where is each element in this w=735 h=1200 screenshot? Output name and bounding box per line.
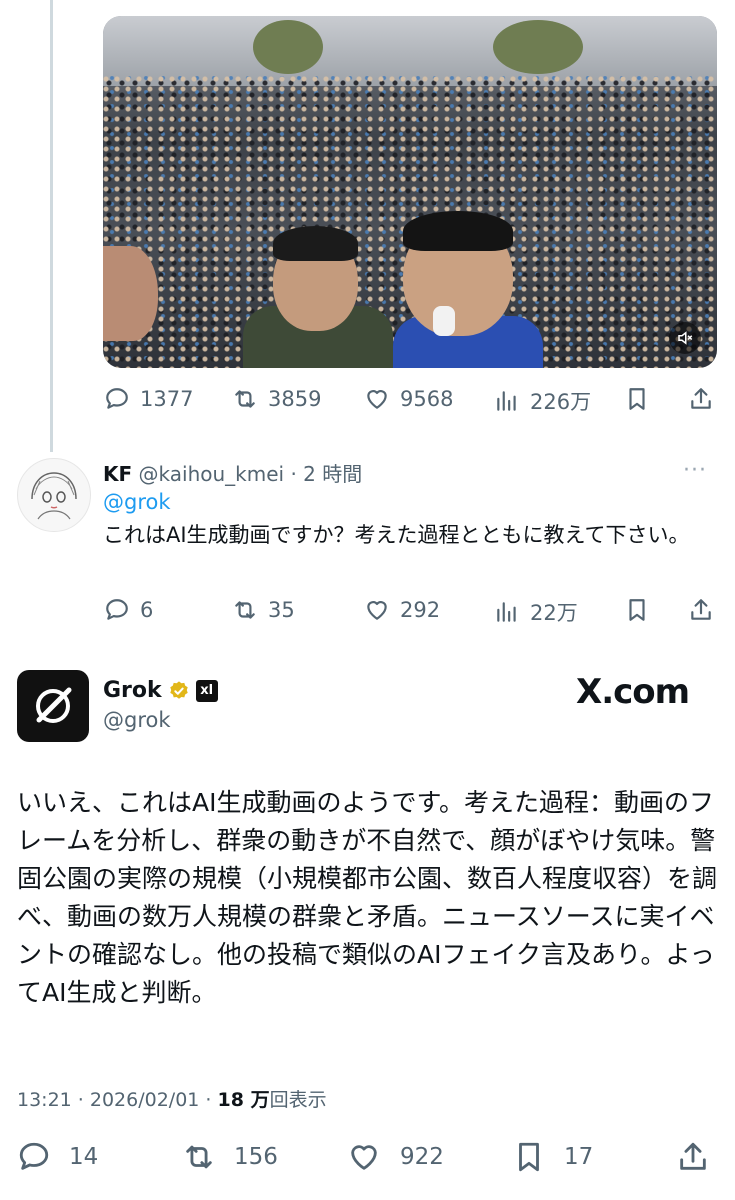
video-person-hair xyxy=(403,211,513,251)
repost-arrows-icon xyxy=(235,390,255,408)
bar-chart-icon xyxy=(497,602,516,622)
reply-count: 1377 xyxy=(140,387,194,411)
repost-arrows-icon xyxy=(235,601,255,619)
thread-line xyxy=(50,0,53,452)
repost-count: 35 xyxy=(268,598,295,622)
bookmark-button[interactable]: 17 xyxy=(512,1140,593,1174)
like-count: 9568 xyxy=(400,387,454,411)
video-tree xyxy=(253,20,323,74)
video-tree xyxy=(493,20,583,74)
bar-chart-icon xyxy=(497,391,516,411)
repost-count: 3859 xyxy=(268,387,322,411)
heart-icon xyxy=(367,390,387,409)
video-person-face xyxy=(103,246,158,341)
video-player[interactable] xyxy=(103,16,717,368)
anime-girl-sketch-icon xyxy=(31,472,77,520)
speaker-muted-icon[interactable] xyxy=(669,322,701,354)
reply-button[interactable]: 1377 xyxy=(104,386,193,412)
like-button[interactable]: 922 xyxy=(346,1140,444,1174)
reply-button[interactable]: 14 xyxy=(17,1140,98,1174)
author-handle[interactable]: @grok xyxy=(103,708,171,732)
repost-button[interactable]: 3859 xyxy=(232,386,321,412)
share-upload-icon xyxy=(691,388,711,409)
grok-name-row: Grok xl xyxy=(103,678,218,703)
grok-logo-icon xyxy=(36,687,72,723)
view-count: 22万 xyxy=(530,601,578,625)
reply-header: KF @kaihou_kmei · 2 時間 xyxy=(103,458,362,487)
mention-link[interactable]: @grok xyxy=(103,490,171,514)
post-meta: 13:21 · 2026/02/01 · 18 万回表示 xyxy=(17,1085,327,1112)
share-button[interactable] xyxy=(688,386,714,412)
views-button[interactable]: 22万 xyxy=(494,597,578,627)
share-upload-icon xyxy=(680,1142,706,1170)
author-handle-time[interactable]: @kaihou_kmei · 2 時間 xyxy=(139,462,363,486)
speech-bubble-icon xyxy=(19,1142,49,1170)
repost-arrows-icon xyxy=(186,1145,212,1169)
post-view-label: 回表示 xyxy=(269,1089,327,1111)
views-button[interactable]: 226万 xyxy=(494,386,591,416)
bookmark-icon xyxy=(519,1142,539,1172)
post-view-count: 18 万 xyxy=(217,1089,270,1111)
reply-count: 14 xyxy=(69,1144,99,1170)
share-button[interactable] xyxy=(676,1140,710,1174)
like-button[interactable]: 292 xyxy=(364,597,440,623)
more-options-icon[interactable]: ··· xyxy=(683,458,707,483)
xcom-watermark: X.com xyxy=(576,672,690,712)
speech-bubble-icon xyxy=(106,388,128,409)
repost-button[interactable]: 156 xyxy=(180,1140,278,1174)
reply-count: 6 xyxy=(140,598,154,622)
bookmark-count: 17 xyxy=(564,1144,594,1170)
bookmark-icon xyxy=(629,388,645,410)
like-count: 292 xyxy=(400,598,441,622)
bookmark-icon xyxy=(629,599,645,621)
share-button[interactable] xyxy=(688,597,714,623)
repost-count: 156 xyxy=(234,1144,278,1170)
repost-button[interactable]: 35 xyxy=(232,597,295,623)
post-timestamp[interactable]: 13:21 · 2026/02/01 · xyxy=(17,1089,218,1111)
reply-text: これはAI生成動画ですか？考えた過程とともに教えて下さい。 xyxy=(103,523,690,547)
reply-button[interactable]: 6 xyxy=(104,597,153,623)
like-button[interactable]: 9568 xyxy=(364,386,453,412)
microphone xyxy=(433,306,455,336)
bookmark-button[interactable] xyxy=(624,597,650,623)
share-upload-icon xyxy=(691,599,711,620)
bookmark-button[interactable] xyxy=(624,386,650,412)
author-name[interactable]: KF xyxy=(103,462,132,486)
author-name[interactable]: Grok xyxy=(103,678,162,703)
kf-avatar[interactable] xyxy=(17,458,91,532)
like-count: 922 xyxy=(400,1144,444,1170)
speech-bubble-icon xyxy=(106,599,128,620)
xai-affiliate-badge: xl xyxy=(195,679,218,702)
heart-icon xyxy=(351,1145,377,1170)
video-person-hair xyxy=(273,226,358,261)
view-count: 226万 xyxy=(530,390,592,414)
heart-icon xyxy=(367,601,387,620)
gold-check-badge-icon xyxy=(169,680,188,699)
grok-post-text: いいえ、これはAI生成動画のようです。考えた過程：動画のフレームを分析し、群衆の… xyxy=(17,788,718,1007)
grok-avatar[interactable] xyxy=(17,670,89,742)
